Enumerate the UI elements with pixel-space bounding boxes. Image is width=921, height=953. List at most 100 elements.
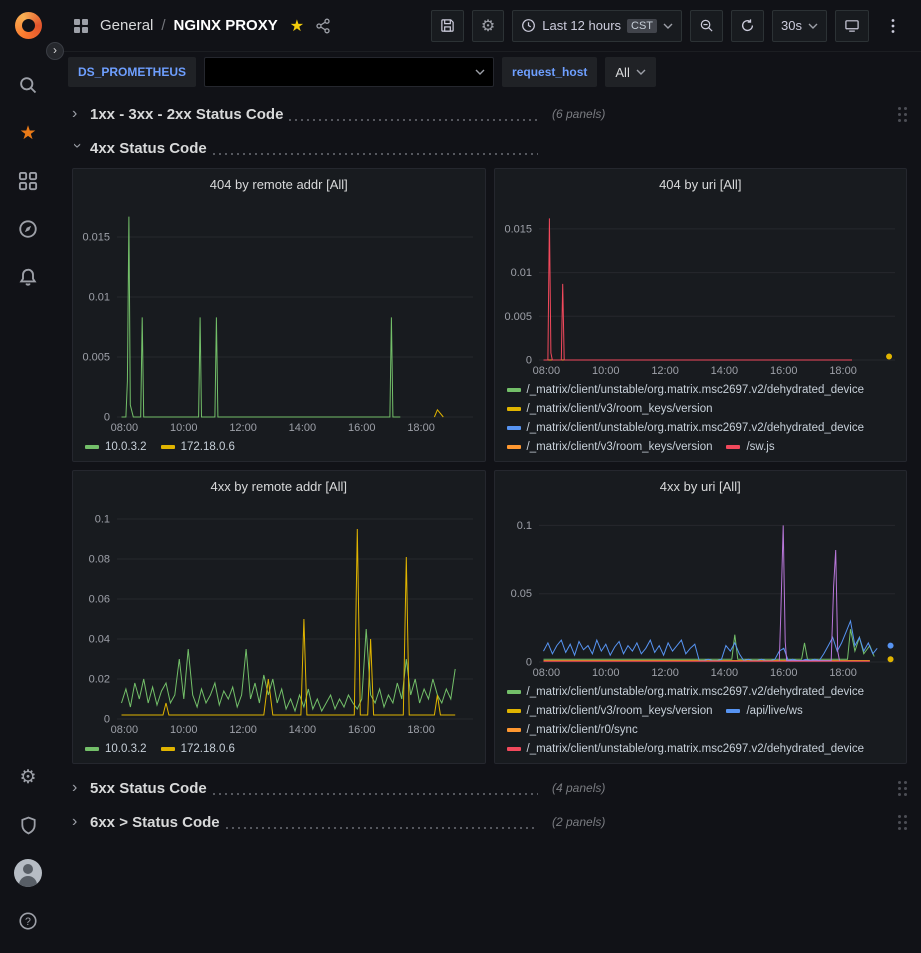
- save-dashboard-button[interactable]: [431, 10, 464, 42]
- row-drag-handle[interactable]: [898, 815, 907, 830]
- user-avatar[interactable]: [0, 849, 56, 897]
- clock-icon: [521, 18, 536, 33]
- row-1xx-3xx-2xx[interactable]: › 1xx - 3xx - 2xx Status Code (6 panels): [72, 100, 907, 128]
- top-navigation-bar: General / NGINX PROXY ★ ⚙ Last 12 hours …: [56, 0, 921, 52]
- legend-series-color: [161, 747, 175, 751]
- time-range-label: Last 12 hours: [542, 18, 621, 33]
- chart-canvas[interactable]: 00.020.040.060.080.108:0010:0012:0014:00…: [73, 501, 485, 739]
- request-host-variable-label[interactable]: request_host: [502, 57, 597, 87]
- dashboards-icon[interactable]: [0, 157, 56, 205]
- x-axis-label: 10:00: [170, 422, 198, 434]
- timeseries-chart[interactable]: 00.0050.010.01508:0010:0012:0014:0016:00…: [73, 199, 485, 437]
- legend-item[interactable]: 172.18.0.6: [161, 741, 235, 757]
- legend-item[interactable]: 10.0.3.2: [85, 439, 147, 455]
- legend-series-label: /_matrix/client/unstable/org.matrix.msc2…: [527, 741, 865, 757]
- y-axis-label: 0.02: [89, 674, 110, 686]
- starred-dashboards-icon[interactable]: ★: [0, 109, 56, 157]
- favorite-star-icon[interactable]: ★: [290, 16, 304, 36]
- panel-title[interactable]: 4xx by remote addr [All]: [73, 471, 485, 501]
- dashboards-grid-icon[interactable]: [68, 13, 94, 39]
- row-6xx[interactable]: › 6xx > Status Code (2 panels): [72, 808, 907, 836]
- ds-prometheus-value-dropdown[interactable]: [204, 57, 494, 87]
- legend-item[interactable]: /_matrix/client/unstable/org.matrix.msc2…: [507, 741, 865, 757]
- refresh-button[interactable]: [731, 10, 764, 42]
- dashboard-settings-button[interactable]: ⚙: [472, 10, 504, 42]
- refresh-interval-label: 30s: [781, 18, 802, 33]
- settings-gear-icon[interactable]: ⚙: [0, 753, 56, 801]
- share-icon[interactable]: [310, 13, 336, 39]
- sidebar-bottom: ⚙ ?: [0, 753, 56, 945]
- legend-item[interactable]: /sw.js: [726, 439, 774, 455]
- x-axis-label: 12:00: [651, 365, 679, 377]
- legend-series-color: [507, 728, 521, 732]
- row-title: 6xx > Status Code: [90, 814, 220, 831]
- y-axis-label: 0.1: [95, 514, 110, 526]
- chevron-down-icon: [663, 22, 673, 30]
- ds-prometheus-variable-label[interactable]: DS_PROMETHEUS: [68, 57, 196, 87]
- refresh-interval-dropdown[interactable]: 30s: [772, 10, 827, 42]
- panel-4xx-by-remote-addr: 4xx by remote addr [All] 00.020.040.060.…: [72, 470, 486, 764]
- x-axis-label: 18:00: [407, 724, 435, 736]
- y-axis-label: 0.08: [89, 554, 110, 566]
- legend-series-color: [507, 747, 521, 751]
- legend-item[interactable]: 172.18.0.6: [161, 439, 235, 455]
- row-drag-handle[interactable]: [898, 781, 907, 796]
- series-line: [122, 217, 401, 417]
- legend-item[interactable]: /api/live/ws: [726, 703, 802, 719]
- chart-canvas[interactable]: 00.0050.010.01508:0010:0012:0014:0016:00…: [495, 199, 907, 380]
- grafana-logo-icon[interactable]: [15, 12, 42, 39]
- legend-series-label: /_matrix/client/r0/sync: [527, 722, 638, 738]
- request-host-value: All: [615, 65, 629, 80]
- row-dotted-fill: [213, 793, 538, 795]
- legend-item[interactable]: /_matrix/client/r0/sync: [507, 722, 638, 738]
- time-range-picker[interactable]: Last 12 hours CST: [512, 10, 682, 42]
- legend-item[interactable]: /_matrix/client/v3/room_keys/version: [507, 439, 713, 455]
- row-drag-handle[interactable]: [898, 107, 907, 122]
- legend-series-color: [507, 690, 521, 694]
- breadcrumb-section[interactable]: General: [100, 17, 153, 34]
- panel-title[interactable]: 404 by remote addr [All]: [73, 169, 485, 199]
- sidebar: › ★ ⚙ ?: [0, 0, 56, 953]
- panel-4xx-by-uri: 4xx by uri [All] 00.050.108:0010:0012:00…: [494, 470, 908, 764]
- chart-canvas[interactable]: 00.050.108:0010:0012:0014:0016:0018:00: [495, 501, 907, 682]
- x-axis-label: 10:00: [591, 667, 619, 679]
- timeseries-chart[interactable]: 00.020.040.060.080.108:0010:0012:0014:00…: [73, 501, 485, 739]
- y-axis-label: 0.015: [82, 232, 110, 244]
- legend-item[interactable]: /_matrix/client/unstable/org.matrix.msc2…: [507, 420, 865, 436]
- help-icon[interactable]: ?: [0, 897, 56, 945]
- x-axis-label: 14:00: [710, 667, 738, 679]
- legend-series-label: 10.0.3.2: [105, 439, 147, 455]
- x-axis-label: 18:00: [829, 667, 857, 679]
- sidebar-expand-toggle[interactable]: ›: [46, 42, 64, 60]
- x-axis-label: 14:00: [710, 365, 738, 377]
- request-host-value-dropdown[interactable]: All: [605, 57, 655, 87]
- panel-404-by-uri: 404 by uri [All] 00.0050.010.01508:0010:…: [494, 168, 908, 462]
- alerting-bell-icon[interactable]: [0, 253, 56, 301]
- chart-canvas[interactable]: 00.0050.010.01508:0010:0012:0014:0016:00…: [73, 199, 485, 437]
- x-axis-label: 12:00: [229, 422, 257, 434]
- panel-title[interactable]: 4xx by uri [All]: [495, 471, 907, 501]
- timeseries-chart[interactable]: 00.050.108:0010:0012:0014:0016:0018:00: [495, 501, 907, 682]
- chart-legend: /_matrix/client/unstable/org.matrix.msc2…: [495, 682, 907, 763]
- legend-item[interactable]: /_matrix/client/v3/room_keys/version: [507, 401, 713, 417]
- legend-item[interactable]: /_matrix/client/v3/room_keys/version: [507, 703, 713, 719]
- legend-item[interactable]: /_matrix/client/unstable/org.matrix.msc2…: [507, 684, 865, 700]
- legend-series-color: [726, 709, 740, 713]
- admin-shield-icon[interactable]: [0, 801, 56, 849]
- legend-item[interactable]: 10.0.3.2: [85, 741, 147, 757]
- series-point-marker: [887, 656, 893, 662]
- explore-compass-icon[interactable]: [0, 205, 56, 253]
- legend-item[interactable]: /_matrix/client/unstable/org.matrix.msc2…: [507, 382, 865, 398]
- breadcrumb-dashboard-title: NGINX PROXY: [174, 17, 278, 34]
- legend-series-label: /_matrix/client/v3/room_keys/version: [527, 439, 713, 455]
- row-4xx[interactable]: › 4xx Status Code: [72, 134, 907, 162]
- search-icon[interactable]: [0, 61, 56, 109]
- row-5xx[interactable]: › 5xx Status Code (4 panels): [72, 774, 907, 802]
- chart-legend: /_matrix/client/unstable/org.matrix.msc2…: [495, 380, 907, 461]
- panel-title[interactable]: 404 by uri [All]: [495, 169, 907, 199]
- toolbar-kebab-menu[interactable]: [877, 10, 909, 42]
- zoom-out-button[interactable]: [690, 10, 723, 42]
- x-axis-label: 16:00: [348, 724, 376, 736]
- timeseries-chart[interactable]: 00.0050.010.01508:0010:0012:0014:0016:00…: [495, 199, 907, 380]
- tv-mode-button[interactable]: [835, 10, 869, 42]
